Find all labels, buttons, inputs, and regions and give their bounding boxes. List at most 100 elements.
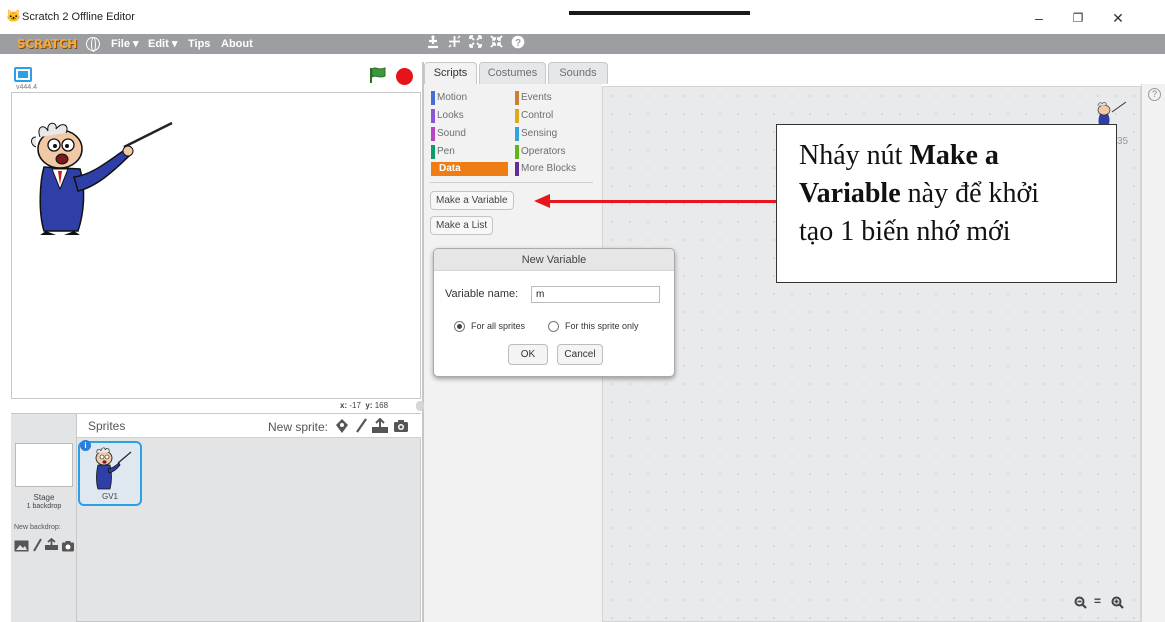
scratch-logo[interactable]: SCRATCH <box>14 35 80 53</box>
menu-about[interactable]: About <box>221 34 253 54</box>
window-titlebar: 🐱 Scratch 2 Offline Editor – ❐ ✕ <box>0 0 1165 34</box>
restore-button[interactable]: ❐ <box>1063 8 1093 28</box>
category-events[interactable]: Events <box>515 91 552 105</box>
category-more-blocks[interactable]: More Blocks <box>515 162 576 176</box>
menu-tips[interactable]: Tips <box>188 34 210 54</box>
category-label: Sound <box>437 128 466 139</box>
tab-sounds[interactable]: Sounds <box>548 62 608 84</box>
cut-icon[interactable] <box>446 35 462 53</box>
category-label: More Blocks <box>521 163 577 174</box>
for-all-sprites-label[interactable]: For all sprites <box>471 321 525 331</box>
category-operators[interactable]: Operators <box>515 145 565 159</box>
sprite-name-gv1: GV1 <box>101 492 118 501</box>
upload-backdrop-icon[interactable] <box>44 537 59 556</box>
annotation-arrow <box>548 200 776 203</box>
category-label: Control <box>521 110 554 121</box>
category-data[interactable]: Data <box>431 162 508 176</box>
sprites-header <box>77 414 421 438</box>
category-label: Motion <box>437 92 468 103</box>
category-color-bar <box>431 145 435 159</box>
category-label: Events <box>521 92 552 103</box>
help-icon[interactable]: ? <box>510 35 526 53</box>
category-color-bar <box>515 145 519 159</box>
window-drag-bar[interactable] <box>569 11 750 15</box>
category-color-bar <box>515 91 519 105</box>
sprite-info-icon[interactable]: i <box>80 440 91 451</box>
category-color-bar <box>515 162 519 176</box>
category-color-bar <box>515 109 519 123</box>
sprite-gv1-on-stage[interactable] <box>22 119 182 239</box>
new-sprite-label: New sprite: <box>268 420 329 434</box>
right-rail <box>1141 84 1165 622</box>
stage-thumbnail[interactable] <box>15 443 73 487</box>
menu-bar: SCRATCH File ▾ Edit ▾ Tips About ? <box>0 34 1165 54</box>
camera-sprite-icon[interactable] <box>393 419 409 438</box>
dialog-title[interactable]: New Variable <box>434 249 674 271</box>
sprite-position-hint: 35 <box>1117 136 1129 147</box>
category-control[interactable]: Control <box>515 109 553 123</box>
zoom-out-icon[interactable] <box>1074 596 1087 612</box>
category-color-bar <box>515 127 519 141</box>
annotation-text: tạo 1 biến nhớ mới <box>799 216 1011 247</box>
zoom-in-icon[interactable] <box>1111 596 1124 612</box>
cancel-button[interactable]: Cancel <box>557 344 603 365</box>
stop-icon[interactable] <box>396 68 413 85</box>
make-variable-button[interactable]: Make a Variable <box>430 191 514 210</box>
upload-sprite-icon[interactable] <box>371 417 389 439</box>
camera-backdrop-icon[interactable] <box>61 539 75 557</box>
green-flag-icon[interactable] <box>368 66 388 89</box>
app-window: 🐱 Scratch 2 Offline Editor – ❐ ✕ SCRATCH… <box>0 0 1165 622</box>
category-sound[interactable]: Sound <box>431 127 466 141</box>
make-list-button[interactable]: Make a List <box>430 216 494 235</box>
category-color-bar <box>431 127 435 141</box>
category-sensing[interactable]: Sensing <box>515 127 557 141</box>
stage-backdrop-count: 1 backdrop <box>26 503 62 510</box>
menu-file[interactable]: File ▾ <box>111 34 139 54</box>
category-label: Data <box>439 163 461 174</box>
variable-name-label: Variable name: <box>445 288 519 300</box>
category-label: Operators <box>521 146 566 157</box>
grow-icon[interactable] <box>467 35 483 53</box>
category-label: Sensing <box>521 128 558 139</box>
language-globe-icon[interactable] <box>86 37 100 52</box>
fullscreen-icon[interactable] <box>14 67 32 82</box>
menu-edit[interactable]: Edit ▾ <box>148 34 177 54</box>
annotation-callout: Nháy nút Make a Variable này để khởi tạo… <box>776 124 1117 283</box>
close-button[interactable]: ✕ <box>1103 8 1133 28</box>
annotation-bold: Make a <box>909 140 999 171</box>
annotation-arrow-head <box>534 194 550 208</box>
svg-text:?: ? <box>515 38 521 49</box>
mouse-coordinates: x: -17 y: 168 <box>340 401 389 410</box>
radio-for-all-sprites[interactable] <box>454 321 465 332</box>
paint-new-sprite-icon[interactable] <box>354 418 368 439</box>
ok-button[interactable]: OK <box>508 344 548 365</box>
tab-scripts[interactable]: Scripts <box>424 62 477 84</box>
backdrop-library-icon[interactable] <box>14 539 29 557</box>
for-this-sprite-only-label[interactable]: For this sprite only <box>565 321 639 331</box>
sprites-title: Sprites <box>88 419 126 433</box>
category-label: Looks <box>437 110 464 121</box>
category-looks[interactable]: Looks <box>431 109 464 123</box>
collapse-stage-handle[interactable] <box>416 401 424 411</box>
minimize-button[interactable]: – <box>1024 8 1054 28</box>
new-backdrop-label: New backdrop: <box>14 524 61 531</box>
tab-costumes[interactable]: Costumes <box>479 62 546 84</box>
question-icon[interactable]: ? <box>1148 88 1161 101</box>
category-color-bar <box>431 109 435 123</box>
radio-for-this-sprite-only[interactable] <box>548 321 559 332</box>
variable-name-input[interactable] <box>531 286 660 303</box>
paint-backdrop-icon[interactable] <box>32 538 42 557</box>
annotation-text: này để khởi <box>900 178 1040 209</box>
shrink-icon[interactable] <box>488 35 504 53</box>
choose-sprite-from-library-icon[interactable] <box>334 418 350 439</box>
category-pen[interactable]: Pen <box>431 145 455 159</box>
category-motion[interactable]: Motion <box>431 91 467 105</box>
annotation-bold: Variable <box>799 178 901 209</box>
category-label: Pen <box>437 146 455 157</box>
stage-canvas[interactable] <box>11 92 421 399</box>
palette-separator <box>430 182 593 183</box>
annotation-text: Nháy nút <box>799 140 910 171</box>
duplicate-icon[interactable] <box>425 35 441 53</box>
window-title: Scratch 2 Offline Editor <box>22 11 135 23</box>
zoom-reset-button[interactable]: = <box>1094 594 1101 608</box>
